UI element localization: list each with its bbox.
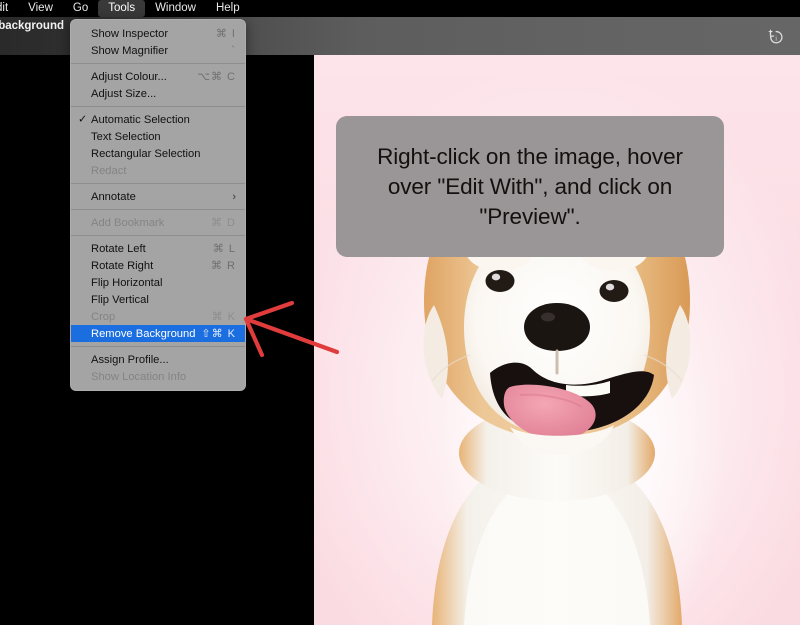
menu-item-automatic-selection[interactable]: ✓ Automatic Selection [71, 111, 245, 128]
menu-item-assign-profile[interactable]: Assign Profile... [71, 351, 245, 368]
menu-item-remove-background[interactable]: Remove Background ⇧⌘ K [71, 325, 245, 342]
menu-item-label: Show Location Info [91, 370, 187, 383]
menu-item-redact: Redact [71, 162, 245, 179]
menu-item-label: Flip Vertical [91, 293, 149, 306]
menu-item-label: Adjust Size... [91, 87, 157, 100]
menu-item-rotate-right[interactable]: Rotate Right ⌘ R [71, 257, 245, 274]
menu-item-shortcut: ⌘ L [212, 243, 236, 255]
svg-text:i: i [775, 33, 777, 42]
menu-item-show-inspector[interactable]: Show Inspector ⌘ I [71, 25, 245, 42]
menu-separator [71, 106, 245, 107]
menu-item-label: Crop [91, 310, 116, 323]
menubar-item-window[interactable]: Window [145, 0, 206, 17]
menubar-item-label: View [28, 2, 53, 14]
menu-item-adjust-colour[interactable]: Adjust Colour... ⌥⌘ C [71, 68, 245, 85]
menu-item-show-magnifier[interactable]: Show Magnifier ` [71, 42, 245, 59]
menu-item-show-location-info: Show Location Info [71, 368, 245, 385]
menu-item-shortcut: ⌘ K [211, 311, 236, 323]
menu-item-shortcut: ` [231, 44, 236, 57]
menu-separator [71, 183, 245, 184]
menu-item-rectangular-selection[interactable]: Rectangular Selection [71, 145, 245, 162]
menu-item-flip-horizontal[interactable]: Flip Horizontal [71, 274, 245, 291]
menu-item-label: Remove Background [91, 327, 196, 340]
menu-item-label: Automatic Selection [91, 113, 190, 126]
menu-item-rotate-left[interactable]: Rotate Left ⌘ L [71, 240, 245, 257]
menubar-item-view[interactable]: View [18, 0, 63, 17]
menu-bar: dit View Go Tools Window Help [0, 0, 800, 17]
menubar-item-label: Tools [108, 2, 136, 14]
menu-item-label: Add Bookmark [91, 216, 165, 229]
menu-item-label: Rectangular Selection [91, 147, 201, 160]
menu-item-annotate[interactable]: Annotate › [71, 188, 245, 205]
menu-item-text-selection[interactable]: Text Selection [71, 128, 245, 145]
tools-dropdown-menu[interactable]: Show Inspector ⌘ I Show Magnifier ` Adjust C… [70, 19, 246, 391]
menu-item-shortcut: ⌥⌘ C [197, 71, 236, 83]
revert-sparkle-icon[interactable]: i [766, 27, 786, 47]
menu-item-crop: Crop ⌘ K [71, 308, 245, 325]
menu-item-shortcut: ⌘ I [215, 28, 236, 40]
menu-item-flip-vertical[interactable]: Flip Vertical [71, 291, 245, 308]
menu-separator [71, 235, 245, 236]
menubar-item-go[interactable]: Go [63, 0, 98, 17]
menu-separator [71, 63, 245, 64]
menu-item-adjust-size[interactable]: Adjust Size... [71, 85, 245, 102]
menu-item-label: Text Selection [91, 130, 161, 143]
menu-item-shortcut: ⌘ R [211, 260, 236, 272]
menu-item-label: Flip Horizontal [91, 276, 163, 289]
instruction-callout: Right-click on the image, hover over "Ed… [336, 116, 724, 257]
menubar-item-label: Help [215, 2, 240, 14]
menu-item-label: Annotate [91, 190, 136, 203]
menu-item-label: Assign Profile... [91, 353, 169, 366]
menubar-item-edit[interactable]: dit [0, 0, 18, 17]
menubar-item-label: Go [72, 2, 89, 14]
instruction-text: Right-click on the image, hover over "Ed… [377, 143, 683, 229]
menubar-item-label: dit [0, 2, 9, 14]
menu-separator [71, 209, 245, 210]
menu-item-label: Redact [91, 164, 127, 177]
menu-item-label: Rotate Left [91, 242, 146, 255]
app-window: dit View Go Tools Window Help [0, 0, 800, 625]
menubar-item-tools[interactable]: Tools [98, 0, 146, 17]
menu-item-label: Rotate Right [91, 259, 154, 272]
checkmark-icon: ✓ [78, 113, 88, 125]
menubar-item-help[interactable]: Help [206, 0, 250, 17]
menu-item-shortcut: ⇧⌘ K [201, 328, 236, 340]
menubar-item-label: Window [155, 2, 196, 14]
menu-item-shortcut: ⌘ D [211, 217, 236, 229]
menu-item-add-bookmark: Add Bookmark ⌘ D [71, 214, 245, 231]
menu-item-label: Show Magnifier [91, 44, 169, 57]
menu-item-label: Show Inspector [91, 27, 169, 40]
chevron-right-icon: › [232, 190, 236, 203]
menu-separator [71, 346, 245, 347]
menu-item-label: Adjust Colour... [91, 70, 167, 83]
